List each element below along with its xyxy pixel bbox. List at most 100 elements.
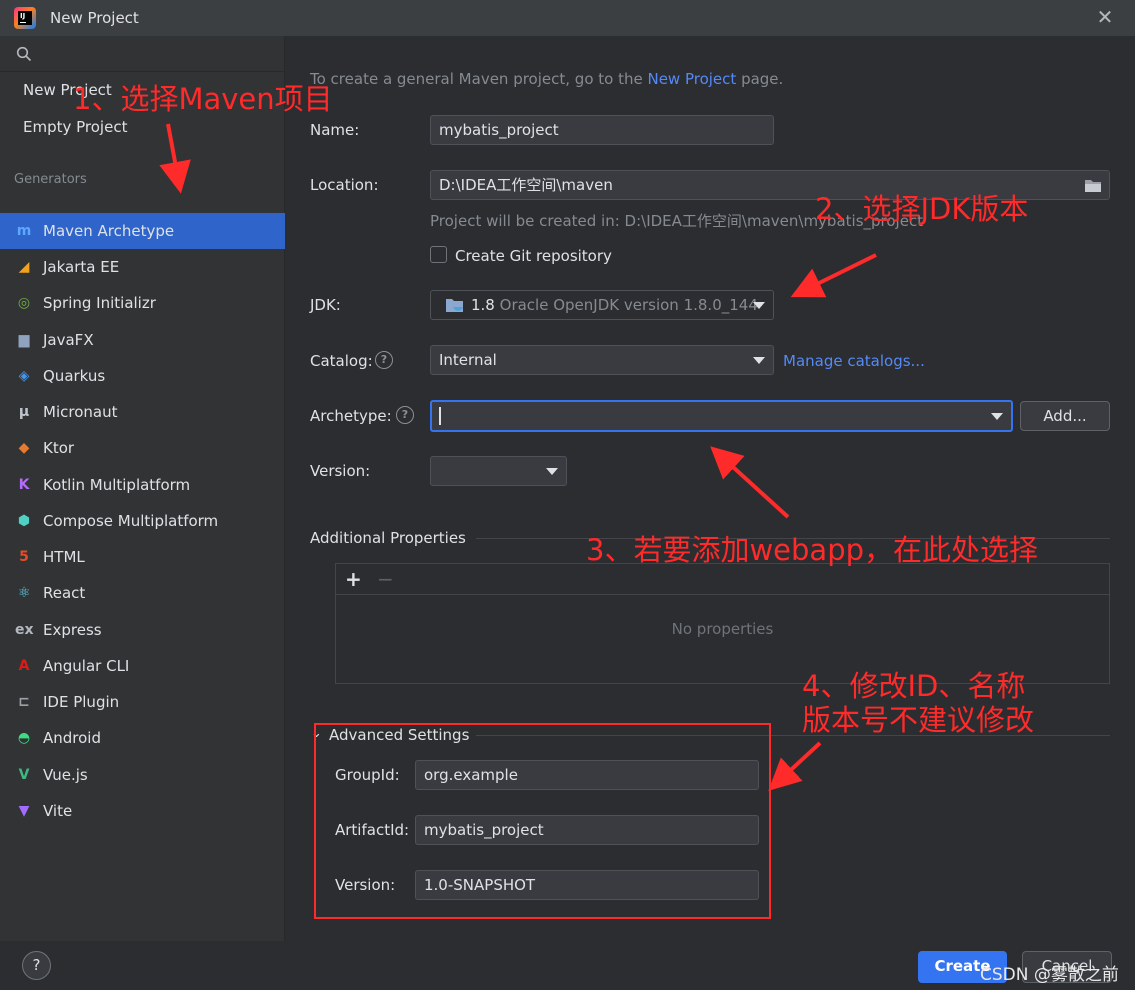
highlight-box — [314, 723, 771, 919]
sidebar-item-label: Ktor — [43, 439, 75, 457]
version-dropdown[interactable] — [430, 456, 567, 486]
catalog-help-icon[interactable]: ? — [375, 351, 393, 369]
jdk-folder-icon — [446, 299, 463, 312]
sidebar-item-maven-archetype[interactable]: m Maven Archetype — [0, 213, 285, 249]
html-icon: 5 — [19, 549, 29, 565]
search-icon — [16, 46, 32, 62]
chevron-down-icon — [546, 468, 558, 475]
generators-heading: Generators — [14, 172, 87, 187]
sidebar-item-vite[interactable]: ▼ Vite — [0, 793, 285, 829]
chevron-down-icon — [991, 413, 1003, 420]
create-git-label: Create Git repository — [455, 247, 612, 265]
vite-icon: ▼ — [18, 803, 30, 819]
javafx-icon: ▆ — [18, 332, 30, 348]
sidebar-item-label: Compose Multiplatform — [43, 512, 219, 530]
sidebar-item-label: HTML — [43, 548, 85, 566]
jdk-label: JDK: — [310, 296, 341, 314]
archetype-combobox[interactable] — [430, 400, 1013, 432]
maven-icon: m — [16, 223, 32, 239]
sidebar-item-spring-initializr[interactable]: ◎ Spring Initializr — [0, 285, 285, 321]
angular-icon: A — [18, 658, 30, 674]
location-value: D:\IDEA工作空间\maven — [439, 176, 613, 194]
annotation-step-1: 1、选择Maven项目 — [73, 82, 333, 116]
create-git-checkbox[interactable] — [430, 246, 447, 263]
name-field[interactable]: mybatis_project — [430, 115, 774, 145]
sidebar-item-ide-plugin[interactable]: ⊏ IDE Plugin — [0, 684, 285, 720]
sidebar-item-label: Micronaut — [43, 403, 118, 421]
arrow-step-4 — [768, 741, 822, 791]
sidebar-item-html[interactable]: 5 HTML — [0, 539, 285, 575]
catalog-value: Internal — [439, 351, 497, 369]
spring-icon: ◎ — [17, 295, 31, 311]
arrow-step-3 — [710, 446, 790, 519]
sidebar-item-label: Kotlin Multiplatform — [43, 476, 191, 494]
sidebar-item-angular-cli[interactable]: A Angular CLI — [0, 648, 285, 684]
location-label: Location: — [310, 176, 379, 194]
window-title: New Project — [50, 9, 139, 27]
react-icon: ⚛ — [17, 585, 31, 601]
sidebar-item-label: React — [43, 584, 86, 602]
name-label: Name: — [310, 121, 360, 139]
sidebar-item-label: Vue.js — [43, 766, 88, 784]
chevron-down-icon — [753, 302, 765, 309]
chevron-down-icon — [753, 357, 765, 364]
intro-text: To create a general Maven project, go to… — [310, 70, 784, 88]
title-bar: IJ New Project ✕ — [0, 0, 1135, 36]
no-properties-text: No properties — [671, 620, 774, 638]
add-property-icon[interactable]: + — [345, 567, 362, 591]
sidebar-item-label: Spring Initializr — [43, 294, 156, 312]
plugin-icon: ⊏ — [18, 694, 30, 710]
annotation-step-3: 3、若要添加webapp，在此处选择 — [586, 533, 1039, 567]
search-input[interactable] — [0, 36, 285, 72]
sidebar-item-micronaut[interactable]: μ Micronaut — [0, 394, 285, 430]
catalog-label: Catalog: — [310, 352, 373, 370]
additional-properties-heading: Additional Properties — [310, 529, 466, 547]
sidebar-item-quarkus[interactable]: ◈ Quarkus — [0, 358, 285, 394]
watermark: CSDN @雾散之前 — [980, 965, 1119, 985]
jdk-dropdown[interactable]: 1.8 Oracle OpenJDK version 1.8.0_144 — [430, 290, 774, 320]
sidebar-item-label: Vite — [43, 802, 73, 820]
quarkus-icon: ◈ — [18, 368, 30, 384]
annotation-step-4-line2: 版本号不建议修改 — [802, 703, 1035, 737]
kotlin-icon: K — [18, 477, 30, 493]
archetype-help-icon[interactable]: ? — [396, 406, 414, 424]
add-archetype-button[interactable]: Add... — [1020, 401, 1110, 431]
sidebar-item-label: JavaFX — [43, 331, 94, 349]
remove-property-icon[interactable]: − — [377, 567, 394, 591]
sidebar-item-android[interactable]: ◓ Android — [0, 720, 285, 756]
sidebar-item-label: Quarkus — [43, 367, 106, 385]
sidebar-item-label: Jakarta EE — [43, 258, 120, 276]
archetype-label: Archetype: — [310, 407, 392, 425]
sidebar-item-ktor[interactable]: ◆ Ktor — [0, 430, 285, 466]
manage-catalogs-link[interactable]: Manage catalogs... — [783, 352, 925, 370]
annotation-step-2: 2、选择JDK版本 — [815, 192, 1029, 226]
sidebar-item-react[interactable]: ⚛ React — [0, 575, 285, 611]
ktor-icon: ◆ — [18, 440, 30, 456]
intellij-idea-icon: IJ — [14, 7, 36, 29]
android-icon: ◓ — [17, 730, 31, 746]
catalog-dropdown[interactable]: Internal — [430, 345, 774, 375]
sidebar-item-label: Android — [43, 729, 101, 747]
sidebar-item-label: Express — [43, 621, 102, 639]
new-project-link[interactable]: New Project — [647, 70, 736, 88]
sidebar-item-jakarta-ee[interactable]: ◢ Jakarta EE — [0, 249, 285, 285]
help-button[interactable]: ? — [22, 951, 51, 980]
sidebar-item-kotlin-multiplatform[interactable]: K Kotlin Multiplatform — [0, 467, 285, 503]
folder-icon[interactable] — [1084, 178, 1102, 193]
sidebar-item-vue-js[interactable]: V Vue.js — [0, 757, 285, 793]
text-cursor — [439, 407, 441, 425]
sidebar-item-label: Maven Archetype — [43, 222, 175, 240]
arrow-step-2 — [790, 253, 877, 298]
compose-icon: ⬢ — [17, 513, 31, 529]
jdk-description: Oracle OpenJDK version 1.8.0_144 — [499, 296, 758, 314]
close-icon[interactable]: ✕ — [1095, 7, 1115, 27]
sidebar: New Project Empty Project Generators m Ma… — [0, 36, 285, 941]
sidebar-item-express[interactable]: ex Express — [0, 612, 285, 648]
jakarta-icon: ◢ — [18, 259, 30, 275]
jdk-version: 1.8 — [471, 296, 495, 314]
sidebar-item-javafx[interactable]: ▆ JavaFX — [0, 322, 285, 358]
micronaut-icon: μ — [18, 404, 30, 420]
sidebar-item-label: Angular CLI — [43, 657, 130, 675]
version-label: Version: — [310, 462, 371, 480]
sidebar-item-compose-multiplatform[interactable]: ⬢ Compose Multiplatform — [0, 503, 285, 539]
